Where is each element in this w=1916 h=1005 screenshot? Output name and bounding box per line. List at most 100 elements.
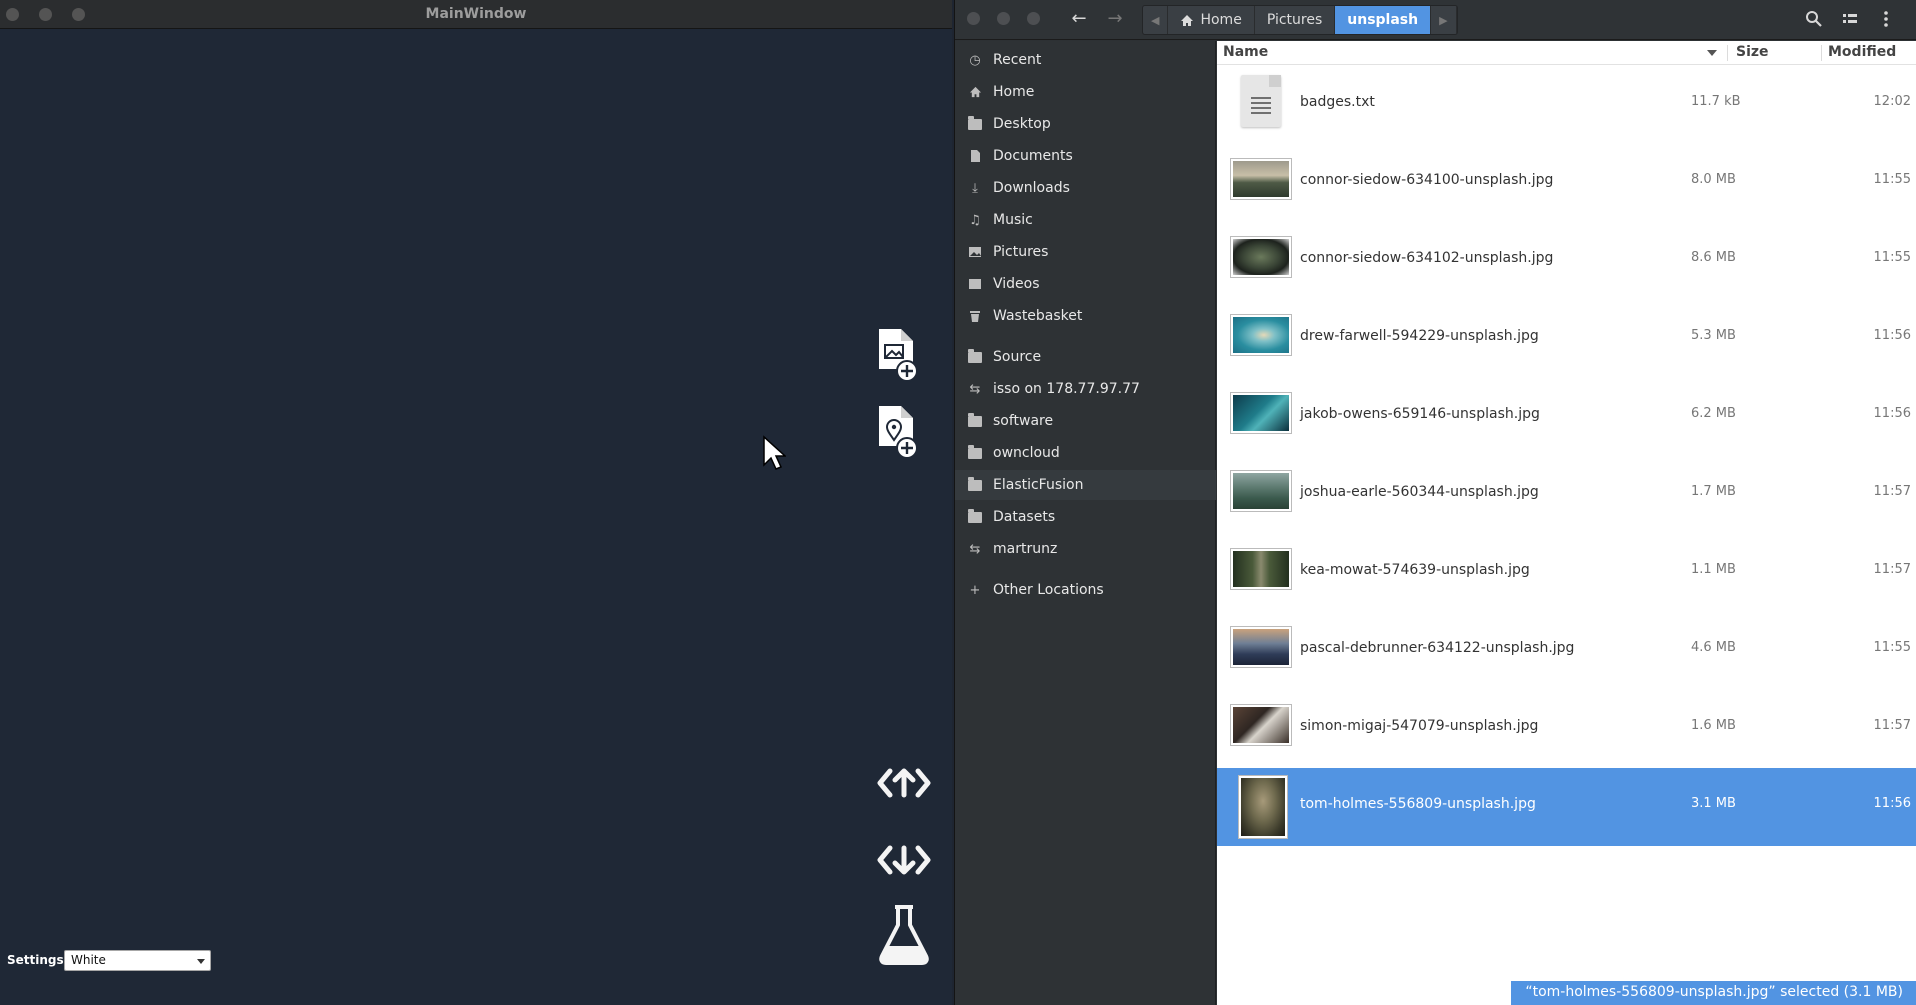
- file-name: drew-farwell-594229-unsplash.jpg: [1300, 328, 1539, 344]
- file-modified: 11:55: [1873, 250, 1911, 265]
- sort-descending-icon[interactable]: [1707, 50, 1717, 56]
- file-size: 8.0 MB: [1691, 172, 1736, 187]
- file-modified: 11:57: [1873, 562, 1911, 577]
- sidebar-item-elasticfusion[interactable]: ElasticFusion: [955, 470, 1216, 500]
- download-code-icon[interactable]: [876, 840, 932, 880]
- file-row[interactable]: connor-siedow-634102-unsplash.jpg 8.6 MB…: [1217, 222, 1916, 300]
- file-row[interactable]: drew-farwell-594229-unsplash.jpg 5.3 MB …: [1217, 300, 1916, 378]
- sidebar-item-music[interactable]: ♫ Music: [955, 205, 1216, 235]
- sidebar-item-datasets[interactable]: Datasets: [955, 502, 1216, 532]
- selection-status: “tom-holmes-556809-unsplash.jpg” selecte…: [1511, 981, 1916, 1005]
- sidebar-item-martrunz[interactable]: ⇆ martrunz: [955, 534, 1216, 564]
- folder-icon: [967, 508, 983, 525]
- sidebar-item-label: Datasets: [993, 509, 1056, 525]
- add-location-file-icon[interactable]: [876, 404, 918, 460]
- close-window-button[interactable]: [967, 12, 980, 25]
- download-icon: ⤓: [972, 180, 978, 196]
- column-name[interactable]: Name: [1223, 44, 1268, 60]
- sidebar-item-label: Source: [993, 349, 1042, 365]
- image-thumbnail: [1231, 237, 1291, 277]
- sidebar-item-wastebasket[interactable]: Wastebasket: [955, 301, 1216, 331]
- file-name: kea-mowat-574639-unsplash.jpg: [1300, 562, 1530, 578]
- sidebar-item-desktop[interactable]: Desktop: [955, 109, 1216, 139]
- file-name: pascal-debrunner-634122-unsplash.jpg: [1300, 640, 1575, 656]
- folder-icon: [967, 348, 983, 365]
- breadcrumb: ◀ Home Pictures unsplash ▶: [1142, 5, 1458, 35]
- breadcrumb-label: unsplash: [1347, 12, 1419, 28]
- sidebar-item-software[interactable]: software: [955, 406, 1216, 436]
- sidebar-item-home[interactable]: Home: [955, 77, 1216, 107]
- breadcrumb-scroll-left-icon[interactable]: ◀: [1143, 6, 1169, 34]
- sidebar-item-owncloud[interactable]: owncloud: [955, 438, 1216, 468]
- file-size: 11.7 kB: [1691, 94, 1741, 109]
- places-sidebar: ◷ Recent Home Desktop Documents ⤓ Download…: [955, 41, 1216, 1005]
- file-size: 6.2 MB: [1691, 406, 1736, 421]
- file-modified: 11:56: [1873, 796, 1911, 811]
- file-row[interactable]: connor-siedow-634100-unsplash.jpg 8.0 MB…: [1217, 144, 1916, 222]
- file-row[interactable]: joshua-earle-560344-unsplash.jpg 1.7 MB …: [1217, 456, 1916, 534]
- file-name: simon-migaj-547079-unsplash.jpg: [1300, 718, 1539, 734]
- breadcrumb-label: Home: [1200, 12, 1242, 28]
- sidebar-item-isso[interactable]: ⇆ isso on 178.77.97.77: [955, 374, 1216, 404]
- settings-select[interactable]: White: [64, 950, 211, 971]
- column-size[interactable]: Size: [1736, 44, 1769, 60]
- sidebar-item-label: Other Locations: [993, 582, 1104, 598]
- chevron-down-icon: [197, 959, 205, 964]
- forward-arrow-icon[interactable]: →: [1104, 8, 1126, 30]
- file-name: tom-holmes-556809-unsplash.jpg: [1300, 796, 1536, 812]
- file-modified: 11:55: [1873, 640, 1911, 655]
- sidebar-item-pictures[interactable]: Pictures: [955, 237, 1216, 267]
- file-size: 1.6 MB: [1691, 718, 1736, 733]
- sidebar-item-recent[interactable]: ◷ Recent: [955, 45, 1216, 75]
- file-size: 1.1 MB: [1691, 562, 1736, 577]
- breadcrumb-scroll-right-icon[interactable]: ▶: [1431, 6, 1457, 34]
- breadcrumb-pictures[interactable]: Pictures: [1255, 6, 1336, 34]
- image-thumbnail: [1231, 627, 1291, 667]
- main-window-titlebar: MainWindow: [0, 0, 952, 29]
- sidebar-item-label: Wastebasket: [993, 308, 1083, 324]
- clock-icon: ◷: [969, 52, 981, 68]
- view-options-icon[interactable]: [1841, 10, 1859, 32]
- sidebar-item-label: Desktop: [993, 116, 1051, 132]
- menu-icon[interactable]: [1883, 10, 1889, 32]
- sidebar-item-source[interactable]: Source: [955, 342, 1216, 372]
- pictures-icon: [967, 244, 983, 260]
- image-thumbnail: [1231, 393, 1291, 433]
- column-header: Name Size Modified: [1217, 41, 1916, 65]
- file-row[interactable]: jakob-owens-659146-unsplash.jpg 6.2 MB 1…: [1217, 378, 1916, 456]
- sidebar-item-label: Music: [993, 212, 1033, 228]
- column-modified[interactable]: Modified: [1828, 44, 1896, 60]
- breadcrumb-unsplash[interactable]: unsplash: [1335, 6, 1432, 34]
- file-name: connor-siedow-634100-unsplash.jpg: [1300, 172, 1554, 188]
- sidebar-item-videos[interactable]: Videos: [955, 269, 1216, 299]
- file-size: 8.6 MB: [1691, 250, 1736, 265]
- maximize-window-button[interactable]: [1027, 12, 1040, 25]
- sidebar-item-label: Pictures: [993, 244, 1049, 260]
- sidebar-item-label: Home: [993, 84, 1035, 100]
- sidebar-item-label: software: [993, 413, 1054, 429]
- sidebar-item-other-locations[interactable]: + Other Locations: [955, 575, 1216, 605]
- window-title: MainWindow: [425, 6, 527, 22]
- breadcrumb-home[interactable]: Home: [1168, 6, 1255, 34]
- sidebar-item-label: owncloud: [993, 445, 1060, 461]
- file-row[interactable]: simon-migaj-547079-unsplash.jpg 1.6 MB 1…: [1217, 690, 1916, 768]
- upload-code-icon[interactable]: [876, 763, 932, 803]
- file-modified: 12:02: [1873, 94, 1911, 109]
- file-row[interactable]: badges.txt 11.7 kB 12:02: [1217, 66, 1916, 144]
- file-row[interactable]: kea-mowat-574639-unsplash.jpg 1.1 MB 11:…: [1217, 534, 1916, 612]
- desktop-icon: [967, 115, 983, 132]
- main-window: MainWindow Settings: White: [0, 0, 952, 1005]
- minimize-window-button[interactable]: [997, 12, 1010, 25]
- sidebar-item-documents[interactable]: Documents: [955, 141, 1216, 171]
- back-arrow-icon[interactable]: ←: [1068, 8, 1090, 30]
- sidebar-item-label: Downloads: [993, 180, 1070, 196]
- sidebar-item-downloads[interactable]: ⤓ Downloads: [955, 173, 1216, 203]
- file-row[interactable]: pascal-debrunner-634122-unsplash.jpg 4.6…: [1217, 612, 1916, 690]
- folder-icon: [967, 476, 983, 493]
- add-image-file-icon[interactable]: [876, 327, 918, 383]
- search-icon[interactable]: [1805, 10, 1823, 32]
- file-row-selected[interactable]: tom-holmes-556809-unsplash.jpg 3.1 MB 11…: [1217, 768, 1916, 846]
- flask-icon[interactable]: [876, 904, 932, 966]
- sidebar-item-label: Documents: [993, 148, 1073, 164]
- file-list: Name Size Modified badges.txt 11.7 kB 12…: [1217, 41, 1916, 1005]
